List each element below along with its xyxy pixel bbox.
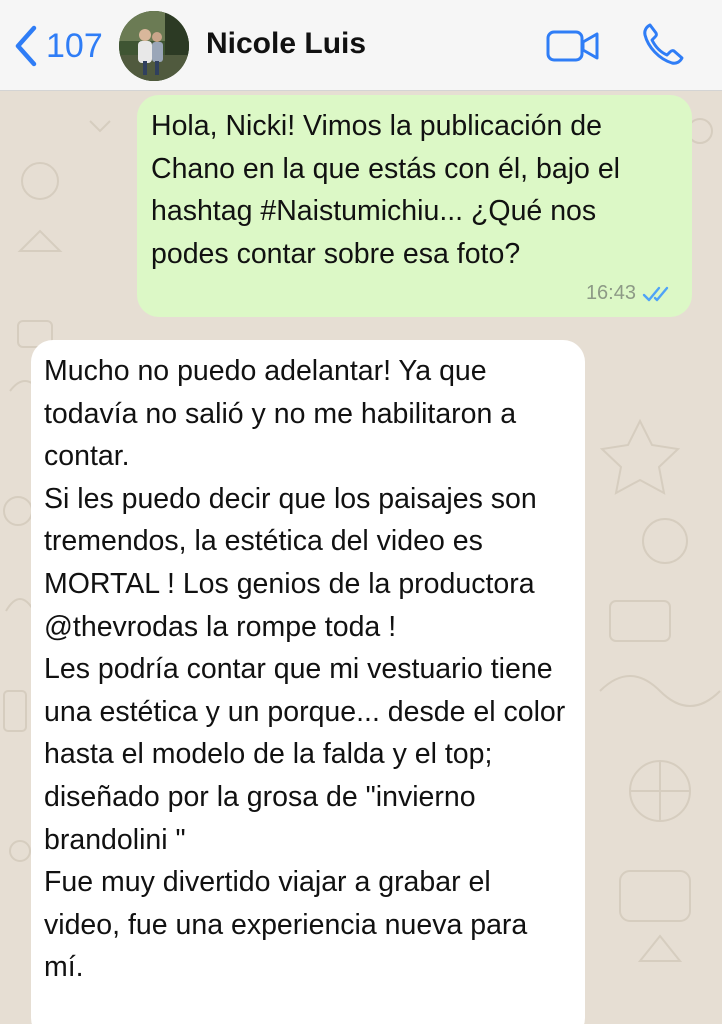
message-time: 16:43 <box>585 282 636 304</box>
unread-count: 107 <box>46 26 103 65</box>
contact-name[interactable]: Nicole Luis <box>206 27 366 61</box>
chevron-left-icon <box>15 25 37 67</box>
incoming-message[interactable]: Mucho no puedo adelantar! Ya que todavía… <box>31 340 585 1024</box>
message-text: Mucho no puedo adelantar! Ya que todavía… <box>44 355 566 984</box>
voice-call-button[interactable] <box>640 20 688 68</box>
message-meta: 16:43 <box>586 282 674 305</box>
chat-header: 107 Nicole Luis <box>0 0 722 91</box>
video-call-button[interactable] <box>545 26 601 66</box>
message-text: Hola, Nicki! Vimos la publicación de Cha… <box>151 110 620 270</box>
double-check-icon <box>642 286 669 301</box>
outgoing-message[interactable]: Hola, Nicki! Vimos la publicación de Cha… <box>137 95 692 317</box>
avatar[interactable] <box>119 11 189 81</box>
back-button[interactable]: 107 <box>10 22 103 70</box>
phone-icon <box>643 23 684 65</box>
avatar-photo <box>119 11 189 81</box>
video-camera-icon <box>546 30 599 62</box>
